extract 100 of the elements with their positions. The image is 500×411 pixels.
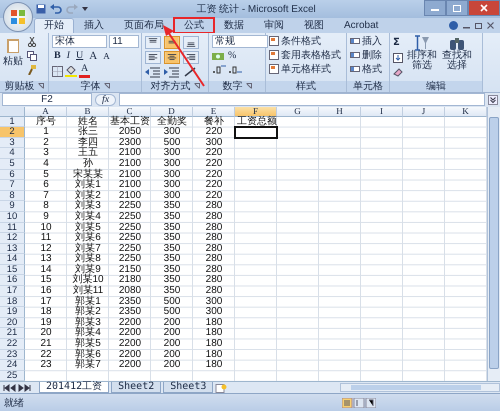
style-menu-button[interactable]: 单元格样式: [269, 63, 344, 76]
ribbon-tab[interactable]: 数据: [214, 18, 254, 34]
name-box[interactable]: F2: [2, 93, 92, 106]
maximize-button[interactable]: [446, 0, 468, 16]
row-header[interactable]: 8: [0, 190, 25, 202]
font-style-button[interactable]: B: [52, 50, 63, 62]
autosum-button[interactable]: Σ: [393, 37, 403, 50]
save-icon[interactable]: [36, 4, 46, 14]
ribbon-tab[interactable]: Acrobat: [334, 18, 388, 34]
sheet-tab[interactable]: 201412工资: [39, 382, 110, 394]
ribbon-tab[interactable]: 视图: [294, 18, 334, 34]
font-color-button[interactable]: A: [79, 64, 90, 78]
row-header[interactable]: 16: [0, 275, 25, 286]
brush-icon[interactable]: [27, 65, 37, 76]
row-header[interactable]: 3: [0, 138, 25, 148]
align-button[interactable]: [183, 51, 199, 64]
horizontal-scrollbar[interactable]: [340, 383, 500, 392]
ribbon-tab[interactable]: 公式: [174, 18, 214, 34]
ribbon-tab[interactable]: 审阅: [254, 18, 294, 34]
row-header[interactable]: 17: [0, 286, 25, 297]
style-menu-button[interactable]: 条件格式: [269, 35, 344, 48]
row-header[interactable]: 11: [0, 222, 25, 234]
ribbon-tab[interactable]: 页面布局: [114, 18, 174, 34]
column-header[interactable]: A: [25, 106, 67, 117]
font-style-button[interactable]: U: [74, 50, 86, 62]
row-header[interactable]: 25: [0, 370, 25, 382]
cut-icon[interactable]: [27, 37, 37, 48]
row-header[interactable]: 2: [0, 127, 25, 138]
font-style-button[interactable]: A: [101, 50, 112, 62]
minimize-button[interactable]: [424, 0, 446, 16]
border-icon[interactable]: [52, 66, 63, 77]
column-header[interactable]: J: [403, 106, 445, 117]
row-header[interactable]: 1: [0, 116, 25, 128]
vertical-scrollbar[interactable]: [487, 106, 500, 382]
ribbon-tab[interactable]: 插入: [74, 18, 114, 34]
sheet-tab[interactable]: Sheet2: [111, 382, 162, 394]
align-button[interactable]: [164, 36, 180, 50]
row-header[interactable]: 6: [0, 170, 25, 180]
restore-icon[interactable]: [475, 22, 482, 30]
align-button[interactable]: [164, 51, 180, 64]
column-header[interactable]: E: [193, 106, 235, 117]
row-header[interactable]: 5: [0, 158, 25, 170]
formula-input[interactable]: [119, 93, 485, 106]
ribbon-tab[interactable]: 开始: [34, 18, 74, 34]
dialog-launcher-icon[interactable]: [246, 83, 252, 90]
font-style-button[interactable]: I: [64, 50, 72, 62]
insert-function-button[interactable]: fx: [95, 94, 116, 106]
font-style-button[interactable]: A: [87, 50, 100, 62]
cells-menu-button[interactable]: 删除: [350, 49, 387, 62]
view-buttons-icon[interactable]: [342, 398, 376, 408]
fill-icon[interactable]: [393, 53, 403, 64]
column-header[interactable]: H: [319, 106, 361, 117]
find-select-button[interactable]: 查找和选择: [441, 35, 473, 81]
row-header[interactable]: 4: [0, 148, 25, 159]
row-header[interactable]: 14: [0, 254, 25, 265]
row-header[interactable]: 10: [0, 212, 25, 222]
undo-icon[interactable]: [50, 4, 62, 14]
customize-icon[interactable]: [82, 6, 88, 12]
help-icon[interactable]: [449, 21, 458, 30]
row-header[interactable]: 24: [0, 360, 25, 371]
dialog-launcher-icon[interactable]: [104, 83, 110, 90]
close-icon[interactable]: [487, 22, 494, 30]
row-header[interactable]: 12: [0, 233, 25, 244]
row-header[interactable]: 18: [0, 296, 25, 308]
column-header[interactable]: C: [109, 106, 151, 117]
close-button[interactable]: [468, 0, 500, 16]
column-header[interactable]: K: [445, 106, 487, 117]
column-header[interactable]: D: [151, 106, 193, 117]
copy-icon[interactable]: [27, 51, 37, 62]
row-header[interactable]: 22: [0, 339, 25, 350]
row-header[interactable]: 19: [0, 307, 25, 318]
percent-button[interactable]: %: [226, 50, 238, 62]
sheet-tab[interactable]: Sheet3: [163, 382, 214, 394]
expand-icon[interactable]: [488, 94, 498, 105]
font-size-field[interactable]: 11: [109, 35, 139, 48]
new-sheet-icon[interactable]: [215, 384, 228, 394]
column-header[interactable]: B: [67, 106, 109, 117]
paste-button[interactable]: 粘贴: [3, 35, 23, 68]
cells-menu-button[interactable]: 格式: [350, 63, 387, 76]
dialog-launcher-icon[interactable]: [38, 83, 44, 90]
align-button[interactable]: [145, 51, 161, 64]
indent-icon[interactable]: [164, 66, 180, 78]
row-header[interactable]: 23: [0, 350, 25, 360]
number-format-field[interactable]: 常规: [212, 35, 268, 48]
font-name-field[interactable]: 宋体: [52, 35, 108, 48]
align-button[interactable]: [145, 36, 161, 50]
dialog-launcher-icon[interactable]: [194, 83, 200, 90]
column-header[interactable]: I: [361, 106, 403, 117]
row-header[interactable]: 7: [0, 180, 25, 191]
eraser-icon[interactable]: [393, 67, 403, 78]
row-header[interactable]: 9: [0, 201, 25, 212]
row-header[interactable]: 20: [0, 318, 25, 328]
cells-menu-button[interactable]: 插入: [350, 35, 387, 48]
row-header[interactable]: 13: [0, 244, 25, 254]
column-header[interactable]: G: [277, 106, 319, 117]
column-header[interactable]: F: [235, 106, 277, 117]
fill-color-icon[interactable]: [65, 66, 77, 77]
style-menu-button[interactable]: 套用表格格式: [269, 49, 344, 62]
decrease-decimal-icon[interactable]: [228, 64, 242, 74]
sort-filter-button[interactable]: 排序和筛选: [406, 35, 438, 81]
